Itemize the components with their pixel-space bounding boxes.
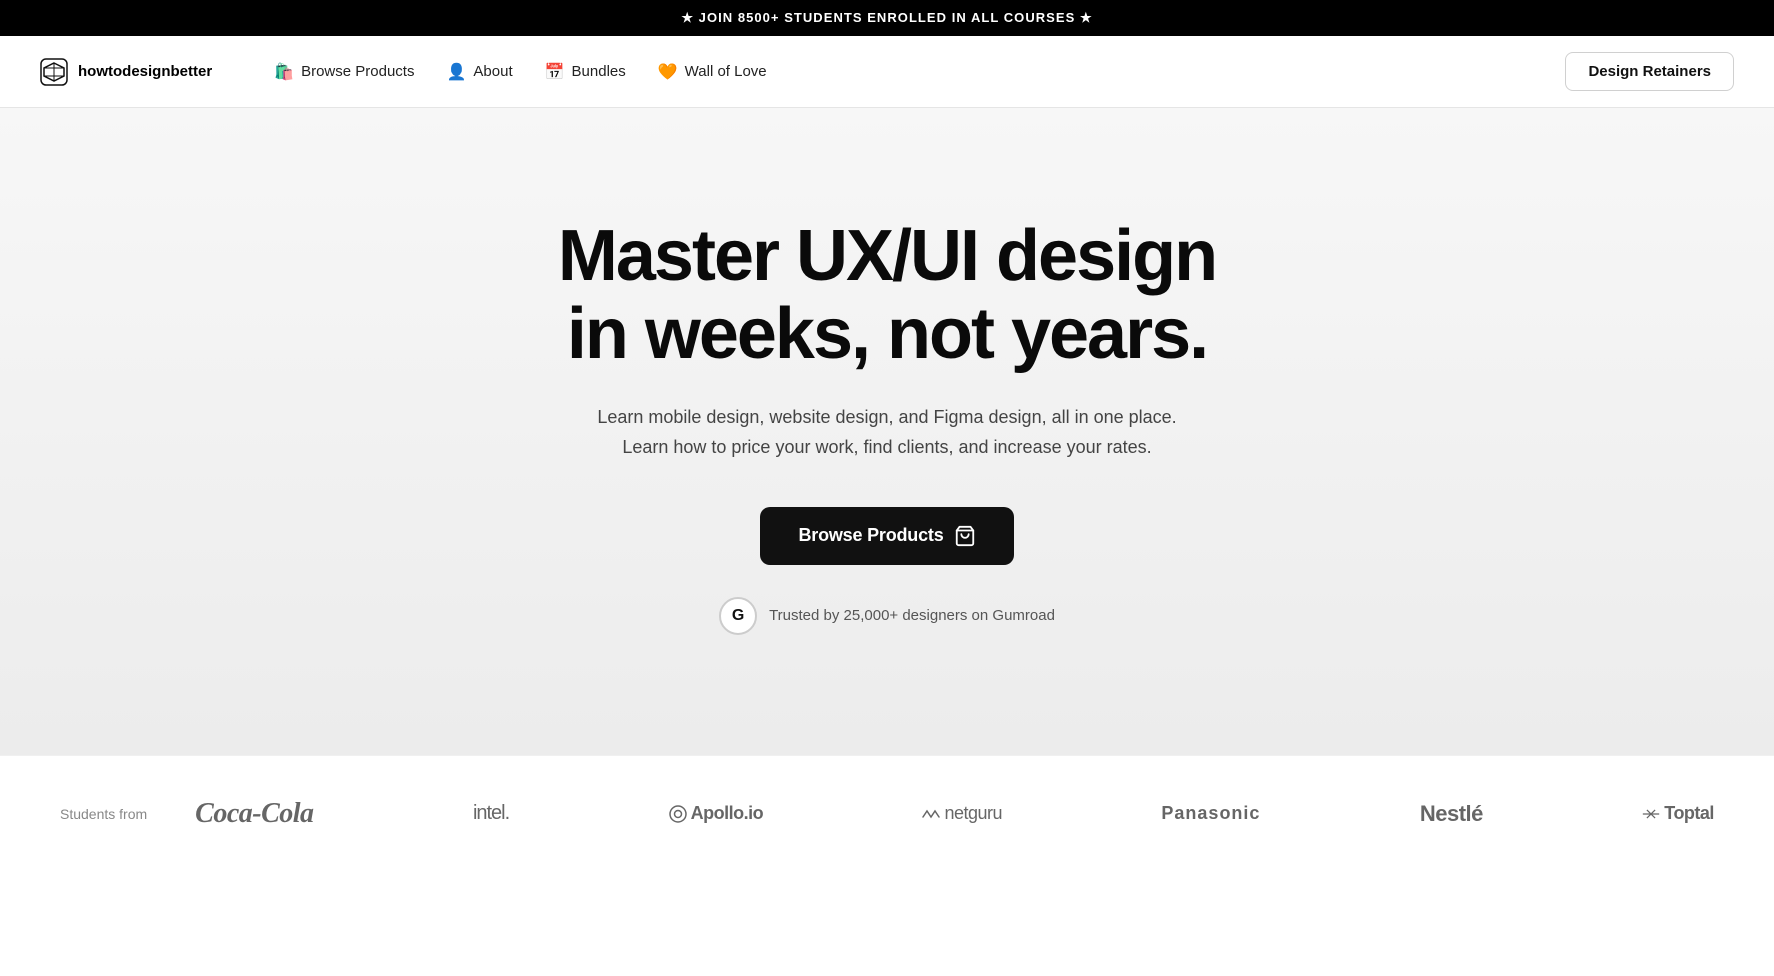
nav-about[interactable]: 👤 About [432, 54, 526, 90]
brand-toptal: Toptal [1642, 803, 1714, 824]
hero-subtitle-line2: Learn how to price your work, find clien… [622, 437, 1151, 457]
brand-netguru: netguru [922, 803, 1002, 824]
nav-links: 🛍️ Browse Products 👤 About 📅 Bundles 🧡 W… [260, 54, 780, 90]
trust-text: Trusted by 25,000+ designers on Gumroad [769, 607, 1055, 624]
nav-wall-of-love[interactable]: 🧡 Wall of Love [644, 54, 781, 90]
browse-products-icon: 🛍️ [274, 62, 294, 82]
apollo-icon [669, 805, 687, 823]
hero-cta-label: Browse Products [798, 525, 943, 546]
shopping-bag-icon [954, 525, 976, 547]
wall-of-love-icon: 🧡 [658, 62, 678, 82]
trust-badge: G Trusted by 25,000+ designers on Gumroa… [719, 597, 1055, 635]
netguru-icon [922, 809, 940, 819]
brands-label: Students from [60, 806, 147, 822]
brands-section: Students from Coca-Cola intel. Apollo.io… [0, 755, 1774, 872]
nav-about-label: About [473, 63, 512, 80]
hero-cta-button[interactable]: Browse Products [760, 507, 1013, 565]
banner-text: ★ JOIN 8500+ STUDENTS ENROLLED IN ALL CO… [681, 10, 1092, 25]
brand-nestle: Nestlé [1420, 801, 1483, 827]
nav-bundles-label: Bundles [572, 63, 626, 80]
brand-cocacola: Coca-Cola [195, 798, 313, 830]
logo-link[interactable]: howtodesignbetter [40, 58, 212, 86]
brand-panasonic: Panasonic [1161, 803, 1260, 824]
about-icon: 👤 [446, 62, 466, 82]
brand-intel: intel. [473, 802, 509, 825]
hero-section: Master UX/UI design in weeks, not years.… [0, 108, 1774, 755]
hero-title: Master UX/UI design in weeks, not years. [527, 218, 1247, 374]
nav-wall-of-love-label: Wall of Love [685, 63, 767, 80]
hero-subtitle-line1: Learn mobile design, website design, and… [597, 407, 1176, 427]
brand-apollo: Apollo.io [669, 803, 763, 824]
hero-subtitle: Learn mobile design, website design, and… [597, 402, 1176, 463]
logo-text: howtodesignbetter [78, 63, 212, 80]
design-retainers-button[interactable]: Design Retainers [1565, 52, 1734, 91]
nav-browse-products-label: Browse Products [301, 63, 414, 80]
navbar: howtodesignbetter 🛍️ Browse Products 👤 A… [0, 36, 1774, 108]
nav-browse-products[interactable]: 🛍️ Browse Products [260, 54, 428, 90]
nav-bundles[interactable]: 📅 Bundles [531, 54, 640, 90]
announcement-banner: ★ JOIN 8500+ STUDENTS ENROLLED IN ALL CO… [0, 0, 1774, 36]
logo-icon [40, 58, 68, 86]
toptal-icon [1642, 808, 1660, 820]
gumroad-icon: G [719, 597, 757, 635]
brands-list: Coca-Cola intel. Apollo.io netguru Panas… [195, 798, 1714, 830]
bundles-icon: 📅 [545, 62, 565, 82]
